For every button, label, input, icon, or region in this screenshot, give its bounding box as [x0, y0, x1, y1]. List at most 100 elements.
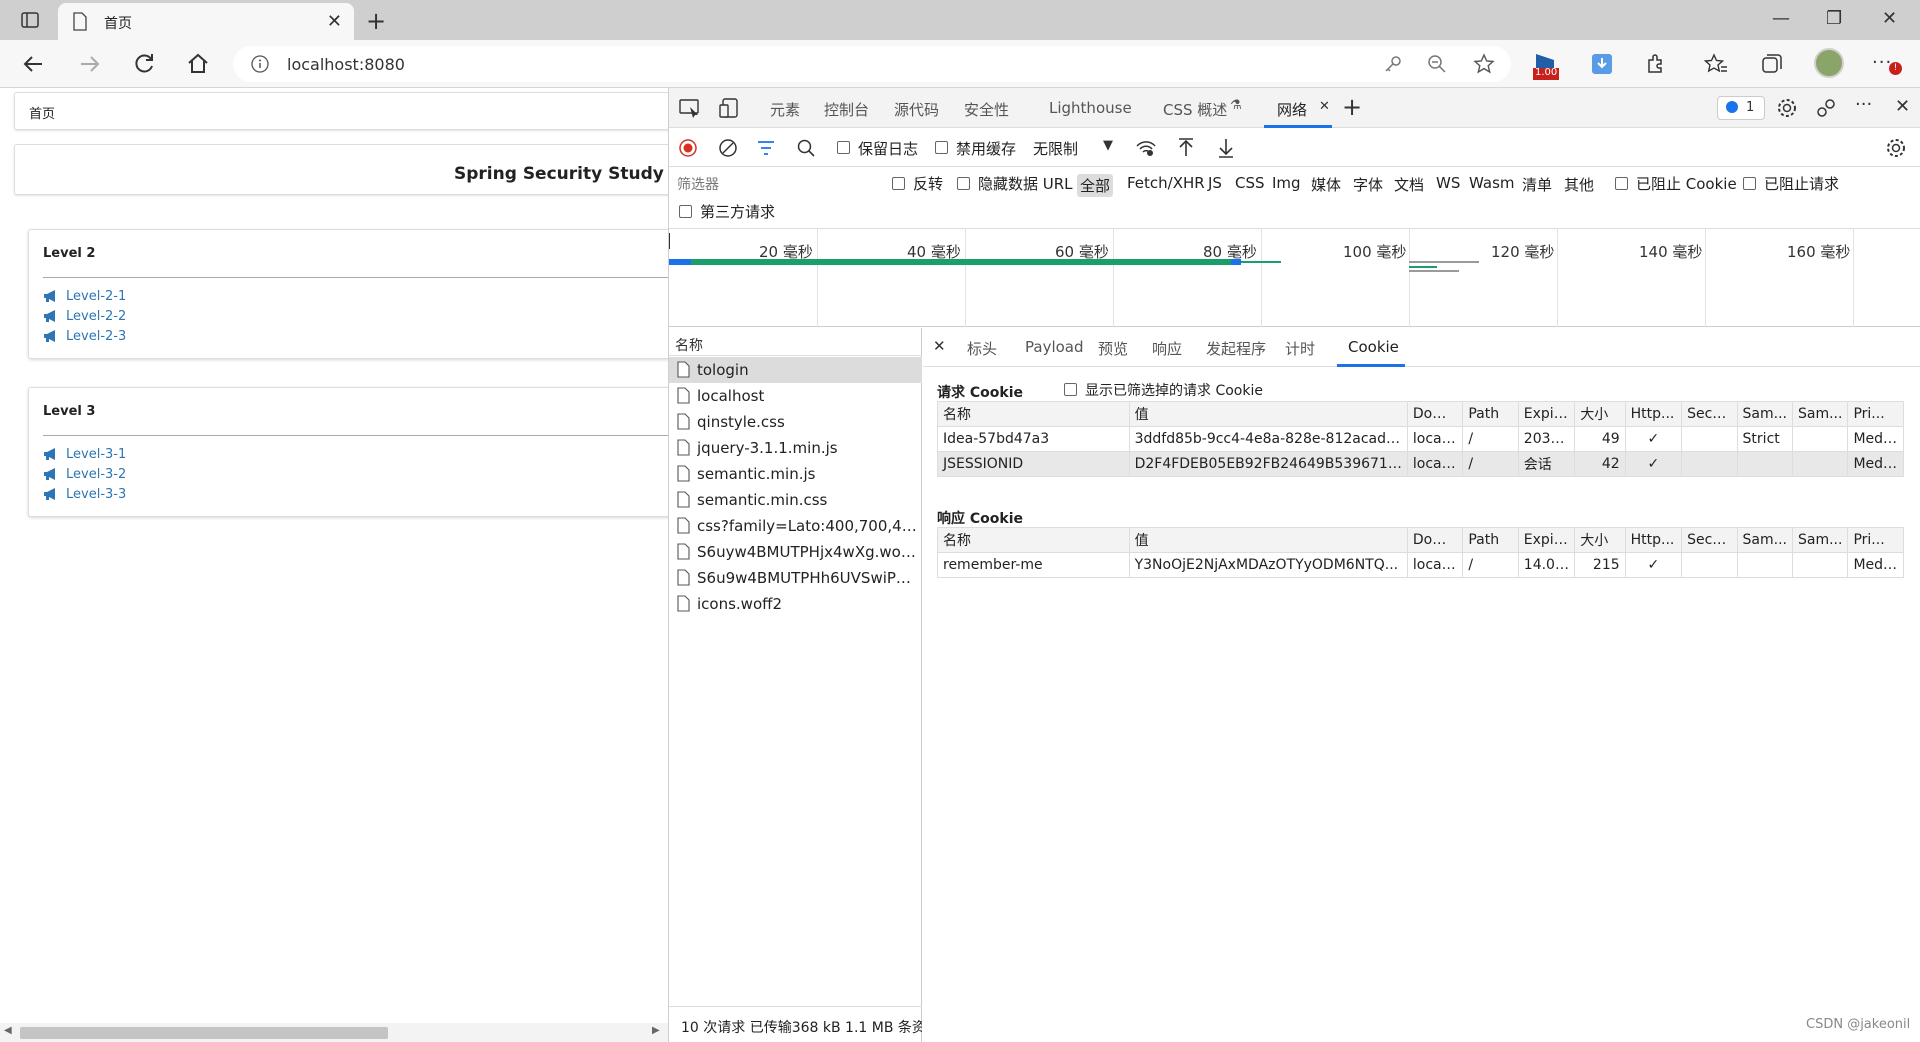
filter-wasm[interactable]: Wasm	[1469, 174, 1515, 192]
column-header[interactable]: Path	[1462, 527, 1519, 553]
settings-icon[interactable]	[1776, 97, 1798, 119]
request-row[interactable]: jquery-3.1.1.min.js	[669, 435, 922, 461]
address-bar[interactable]: localhost:8080	[233, 46, 1511, 82]
collections-icon[interactable]	[1760, 52, 1784, 76]
devtools-more-icon[interactable]: ···	[1855, 94, 1872, 115]
network-settings-icon[interactable]	[1885, 137, 1907, 159]
column-header[interactable]: 大小	[1574, 527, 1626, 553]
third-party-checkbox[interactable]	[679, 205, 692, 218]
column-header[interactable]: Pri...	[1847, 527, 1904, 553]
filter-icon[interactable]	[757, 140, 775, 156]
scroll-right-icon[interactable]: ▶	[652, 1025, 660, 1036]
level-link[interactable]: Level-3-1	[43, 444, 126, 464]
close-tab-icon[interactable]: ✕	[327, 11, 342, 32]
filter-all[interactable]: 全部	[1077, 174, 1114, 197]
blocked-requests-checkbox[interactable]	[1743, 177, 1756, 190]
scroll-left-icon[interactable]: ◀	[4, 1025, 12, 1036]
import-har-icon[interactable]	[1177, 138, 1195, 158]
filter-css[interactable]: CSS	[1235, 174, 1265, 192]
customize-icon[interactable]	[1815, 97, 1837, 119]
level-link[interactable]: Level-2-2	[43, 306, 126, 326]
invert-checkbox[interactable]	[892, 177, 905, 190]
column-header[interactable]: Http...	[1624, 527, 1683, 553]
zoom-icon[interactable]	[1427, 54, 1447, 74]
blocked-cookies-checkbox[interactable]	[1615, 177, 1628, 190]
level-link[interactable]: Level-2-3	[43, 326, 126, 346]
forward-icon[interactable]	[75, 50, 103, 78]
extension-monitor-icon[interactable]: 1.00	[1532, 48, 1560, 80]
record-icon[interactable]	[679, 139, 697, 157]
more-tabs-icon[interactable]: +	[1342, 93, 1362, 121]
column-header[interactable]: Dom...	[1406, 401, 1464, 427]
clear-icon[interactable]	[719, 139, 737, 157]
request-row[interactable]: semantic.min.css	[669, 487, 922, 513]
column-header[interactable]: 名称	[937, 527, 1130, 553]
tab-response[interactable]: 响应	[1152, 338, 1182, 359]
column-header[interactable]: Sam...	[1736, 527, 1794, 553]
tab-preview[interactable]: 预览	[1098, 338, 1128, 359]
filter-ws[interactable]: WS	[1436, 174, 1460, 192]
info-icon[interactable]	[251, 55, 269, 73]
request-row[interactable]: S6u9w4BMUTPHh6UVSwiPGQ.woff2	[669, 565, 922, 591]
filter-font[interactable]: 字体	[1353, 174, 1383, 195]
device-toolbar-icon[interactable]	[719, 98, 741, 118]
browser-tab[interactable]: 首页 ✕	[58, 3, 354, 40]
tab-headers[interactable]: 标头	[967, 338, 997, 359]
filter-fetch-xhr[interactable]: Fetch/XHR	[1127, 174, 1205, 192]
column-header[interactable]: 值	[1128, 401, 1408, 427]
add-favorite-icon[interactable]	[1473, 53, 1495, 75]
new-tab-icon[interactable]: +	[366, 7, 386, 35]
horizontal-scrollbar[interactable]: ◀ ▶	[0, 1023, 668, 1042]
column-header[interactable]: Sam...	[1791, 401, 1849, 427]
request-row[interactable]: localhost	[669, 383, 922, 409]
column-header[interactable]: 名称	[937, 401, 1130, 427]
throttling-select[interactable]: 无限制	[1033, 138, 1078, 159]
key-icon[interactable]	[1383, 54, 1403, 74]
hide-data-url-checkbox[interactable]	[957, 177, 970, 190]
tab-lighthouse[interactable]: Lighthouse	[1049, 99, 1132, 117]
close-devtools-icon[interactable]: ✕	[1895, 96, 1910, 117]
tab-security[interactable]: 安全性	[964, 99, 1009, 120]
level-link[interactable]: Level-2-1	[43, 286, 126, 306]
profile-avatar[interactable]	[1814, 48, 1844, 78]
more-menu-icon[interactable]: ··· !	[1872, 52, 1902, 76]
column-header[interactable]: 大小	[1574, 401, 1626, 427]
disable-cache-checkbox[interactable]	[935, 141, 948, 154]
request-row[interactable]: semantic.min.js	[669, 461, 922, 487]
tab-elements[interactable]: 元素	[770, 99, 800, 120]
issues-badge[interactable]: 1	[1717, 96, 1765, 120]
column-header[interactable]: Sam...	[1736, 401, 1794, 427]
restore-icon[interactable]: ❐	[1826, 8, 1842, 29]
tab-sources[interactable]: 源代码	[894, 99, 939, 120]
filter-js[interactable]: JS	[1208, 174, 1222, 192]
chevron-down-icon[interactable]: ▼	[1103, 138, 1113, 153]
column-header[interactable]: Pri...	[1847, 401, 1904, 427]
tab-cookie[interactable]: Cookie	[1348, 338, 1399, 356]
column-header[interactable]: Dom...	[1406, 527, 1464, 553]
search-icon[interactable]	[797, 139, 815, 157]
url-text[interactable]: localhost:8080	[287, 55, 405, 74]
extension-download-icon[interactable]	[1590, 52, 1614, 76]
filter-manifest[interactable]: 清单	[1522, 174, 1552, 195]
column-header[interactable]: Path	[1462, 401, 1519, 427]
cookie-row[interactable]: Idea-57bd47a3 3ddfd85b-9cc4-4e8a-828e-812…	[937, 426, 1904, 452]
request-row[interactable]: qinstyle.css	[669, 409, 922, 435]
filter-other[interactable]: 其他	[1564, 174, 1594, 195]
filter-doc[interactable]: 文档	[1394, 174, 1424, 195]
inspect-icon[interactable]	[679, 98, 701, 118]
filter-img[interactable]: Img	[1272, 174, 1301, 192]
minimize-icon[interactable]: —	[1772, 8, 1790, 29]
tab-timing[interactable]: 计时	[1285, 338, 1315, 359]
menu-home-link[interactable]: 首页	[29, 103, 55, 122]
export-har-icon[interactable]	[1217, 138, 1235, 158]
extensions-icon[interactable]	[1644, 52, 1668, 76]
refresh-icon[interactable]	[130, 50, 158, 78]
request-row[interactable]: S6uyw4BMUTPHjx4wXg.woff2	[669, 539, 922, 565]
column-header[interactable]: Secure	[1681, 401, 1738, 427]
column-header[interactable]: Secure	[1681, 527, 1738, 553]
level-link[interactable]: Level-3-3	[43, 484, 126, 504]
name-column-header[interactable]: 名称	[669, 328, 922, 356]
column-header[interactable]: Http...	[1624, 401, 1683, 427]
close-network-tab-icon[interactable]: ✕	[1319, 99, 1330, 114]
tab-console[interactable]: 控制台	[824, 99, 869, 120]
